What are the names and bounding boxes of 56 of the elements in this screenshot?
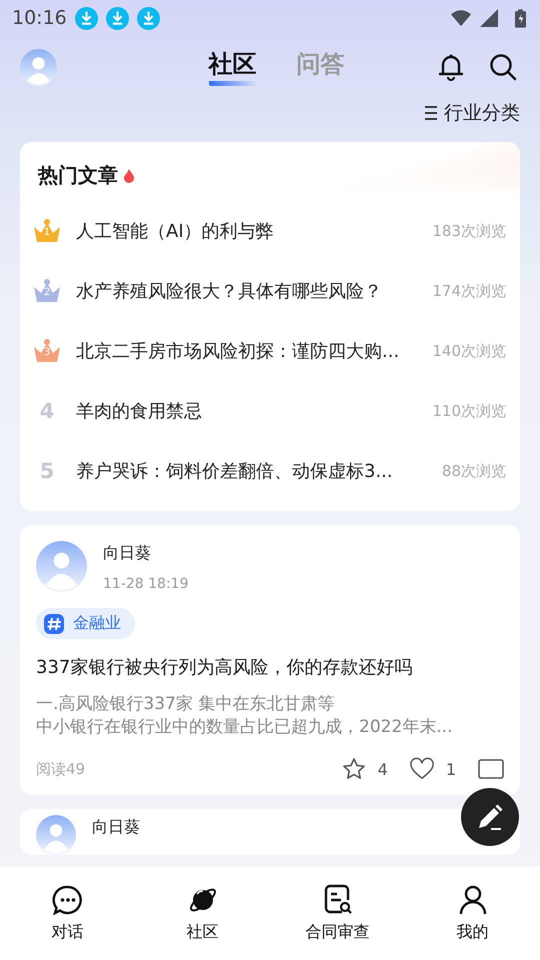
hot-article-item[interactable]: 3 北京二手房市场风险初探：谨防四大购... 140次浏览 (20, 321, 520, 381)
view-count: 174次浏览 (432, 282, 506, 300)
flame-icon (124, 168, 134, 182)
comment-icon[interactable] (478, 759, 504, 779)
view-count: 110次浏览 (432, 402, 506, 420)
download-icon (74, 6, 98, 30)
rank-number: 5 (40, 459, 54, 483)
hot-article-item[interactable]: 4 羊肉的食用禁忌 110次浏览 (20, 381, 520, 441)
wifi-icon (451, 9, 471, 27)
post-title: 337家银行被央行列为高风险，你的存款还好吗 (36, 656, 414, 679)
article-title: 养户哭诉：饲料价差翻倍、动保虚标3... (76, 460, 394, 483)
nav-tab[interactable]: 对话 (0, 866, 135, 960)
section-title: 热门文章 (38, 162, 118, 189)
hot-article-item[interactable]: 2 水产养殖风险很大？具体有哪些风险？ 174次浏览 (20, 261, 520, 321)
read-count: 阅读49 (36, 760, 86, 778)
menu-icon (425, 105, 437, 121)
hot-article-item[interactable]: 5 养户哭诉：饲料价差翻倍、动保虚标3... 88次浏览 (20, 441, 520, 501)
notification-bell-icon[interactable] (436, 52, 466, 82)
rank-number: 4 (40, 399, 54, 423)
like-button[interactable]: 1 (410, 757, 456, 781)
favorite-button[interactable]: 4 (342, 757, 388, 781)
download-icon (106, 6, 129, 30)
nav-tab[interactable]: 我的 (405, 866, 540, 960)
view-count: 183次浏览 (432, 222, 506, 240)
download-icon (136, 6, 160, 30)
hashtag-icon (44, 614, 64, 634)
post-card[interactable]: 向日葵 (20, 809, 520, 855)
avatar-icon (36, 815, 76, 855)
post-time: 11-28 18:19 (103, 576, 188, 592)
post-excerpt: 一.高风险银行337家 集中在东北甘肃等 (36, 693, 336, 716)
category-filter-button[interactable]: 行业分类 (425, 100, 520, 126)
battery-icon (515, 8, 526, 28)
article-title: 水产养殖风险很大？具体有哪些风险？ (76, 280, 383, 303)
view-count: 88次浏览 (442, 462, 506, 480)
author-name: 向日葵 (92, 817, 140, 838)
avatar-icon (36, 541, 87, 592)
nav-tab[interactable]: 社区 (135, 866, 270, 960)
article-title: 北京二手房市场风险初探：谨防四大购... (76, 340, 400, 363)
search-icon[interactable] (488, 52, 518, 82)
view-count: 140次浏览 (432, 342, 506, 360)
heart-icon (410, 757, 434, 781)
star-icon (342, 757, 366, 781)
topic-tag[interactable]: 金融业 (36, 608, 135, 639)
post-excerpt: 中小银行在银行业中的数量占比已超九成，2022年末... (36, 716, 454, 739)
article-title: 羊肉的食用禁忌 (76, 400, 203, 423)
signal-icon (479, 9, 499, 27)
status-time: 10:16 (12, 7, 67, 29)
hot-article-item[interactable]: 1 人工智能（AI）的利与弊 183次浏览 (20, 201, 520, 261)
rank-number: 1 (42, 227, 52, 238)
chat-bubble-icon (52, 884, 84, 916)
article-title: 人工智能（AI）的利与弊 (76, 220, 275, 243)
post-card[interactable]: 向日葵 11-28 18:19 金融业 337家银行被央行列为高风险，你的存款还好吗 一.高风险银行337家 集中在东北甘肃等 中小银行在银行业中的数量占比已超九成，2022年末... 阅读49 4 1 (20, 525, 520, 795)
author-name: 向日葵 (103, 543, 152, 564)
rank-number: 3 (42, 347, 52, 358)
nav-tab[interactable]: 合同审查 (270, 866, 405, 960)
rank-number: 2 (42, 287, 52, 298)
